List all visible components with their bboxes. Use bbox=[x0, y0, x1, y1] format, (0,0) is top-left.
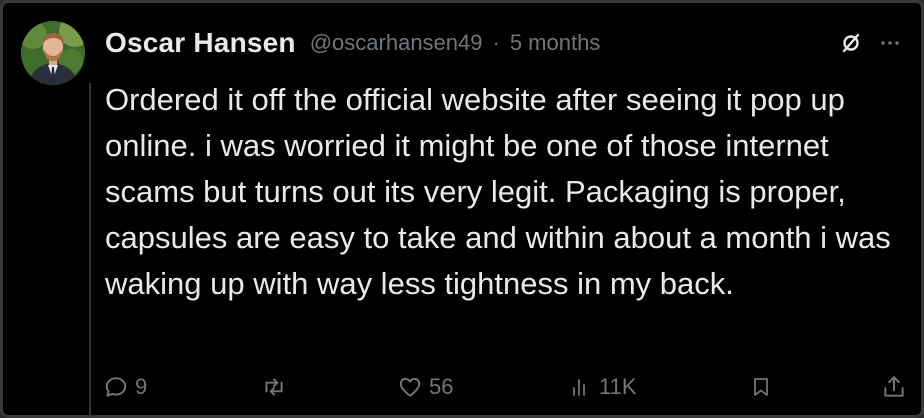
post-header: Oscar Hansen @oscarhansen49 · 5 months bbox=[105, 23, 901, 63]
like-icon bbox=[397, 374, 423, 400]
more-icon[interactable] bbox=[879, 32, 901, 54]
share-button[interactable] bbox=[881, 369, 907, 405]
repost-button[interactable] bbox=[261, 369, 293, 405]
avatar[interactable] bbox=[21, 21, 85, 85]
separator-dot: · bbox=[492, 30, 500, 55]
like-button[interactable]: 56 bbox=[397, 369, 453, 405]
post-card: Oscar Hansen @oscarhansen49 · 5 months O… bbox=[0, 0, 924, 418]
repost-icon bbox=[261, 374, 287, 400]
author-handle[interactable]: @oscarhansen49 bbox=[310, 30, 483, 56]
post-text: Ordered it off the official website afte… bbox=[105, 82, 891, 301]
views-count: 11K bbox=[599, 374, 637, 399]
author-name[interactable]: Oscar Hansen bbox=[105, 27, 296, 59]
reply-icon bbox=[103, 374, 129, 400]
bookmark-button[interactable] bbox=[749, 369, 773, 405]
post-time[interactable]: 5 months bbox=[510, 30, 601, 56]
header-actions bbox=[839, 31, 901, 55]
thread-line bbox=[89, 83, 91, 415]
share-icon bbox=[881, 374, 907, 400]
slashed-circle-icon[interactable] bbox=[839, 31, 863, 55]
reply-count: 9 bbox=[135, 374, 148, 399]
bookmark-icon bbox=[749, 375, 773, 399]
post-actions: 9 56 11K bbox=[103, 369, 911, 405]
reply-button[interactable]: 9 bbox=[103, 369, 147, 405]
views-button[interactable]: 11K bbox=[569, 369, 637, 405]
like-count: 56 bbox=[429, 374, 454, 399]
views-icon bbox=[569, 375, 593, 399]
